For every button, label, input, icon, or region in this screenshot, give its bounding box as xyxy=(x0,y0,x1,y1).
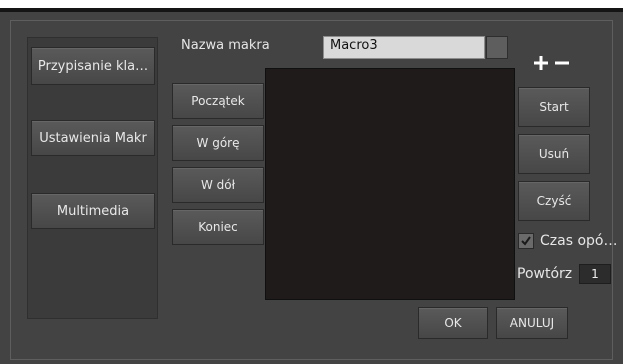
repeat-count-input[interactable]: 1 xyxy=(579,264,611,284)
start-recording-button[interactable]: Start xyxy=(518,87,590,127)
minus-icon[interactable] xyxy=(552,53,572,73)
repeat-label: Powtórz xyxy=(517,266,573,282)
move-up-button[interactable]: W górę xyxy=(172,125,264,161)
delay-checkbox[interactable] xyxy=(518,233,534,249)
ok-button[interactable]: OK xyxy=(418,307,488,339)
move-first-button[interactable]: Początek xyxy=(172,83,264,119)
tab-key-assignment[interactable]: Przypisanie kla… xyxy=(31,47,155,85)
move-last-button[interactable]: Koniec xyxy=(172,209,264,245)
move-down-button[interactable]: W dół xyxy=(172,167,264,203)
tab-multimedia[interactable]: Multimedia xyxy=(31,193,155,229)
plus-icon[interactable] xyxy=(531,53,551,73)
check-icon xyxy=(521,236,531,246)
macro-name-input[interactable]: Macro3 xyxy=(323,36,485,59)
delete-button[interactable]: Usuń xyxy=(518,134,590,174)
delay-label: Czas opó… xyxy=(540,233,618,249)
macro-events-list[interactable] xyxy=(265,68,515,300)
cancel-button[interactable]: ANULUJ xyxy=(496,307,568,339)
macro-name-label: Nazwa makra xyxy=(181,38,270,53)
clear-button[interactable]: Czyść xyxy=(518,181,590,221)
tab-macro-settings[interactable]: Ustawienia Makr xyxy=(31,120,155,156)
macro-name-dropdown[interactable] xyxy=(486,36,508,59)
